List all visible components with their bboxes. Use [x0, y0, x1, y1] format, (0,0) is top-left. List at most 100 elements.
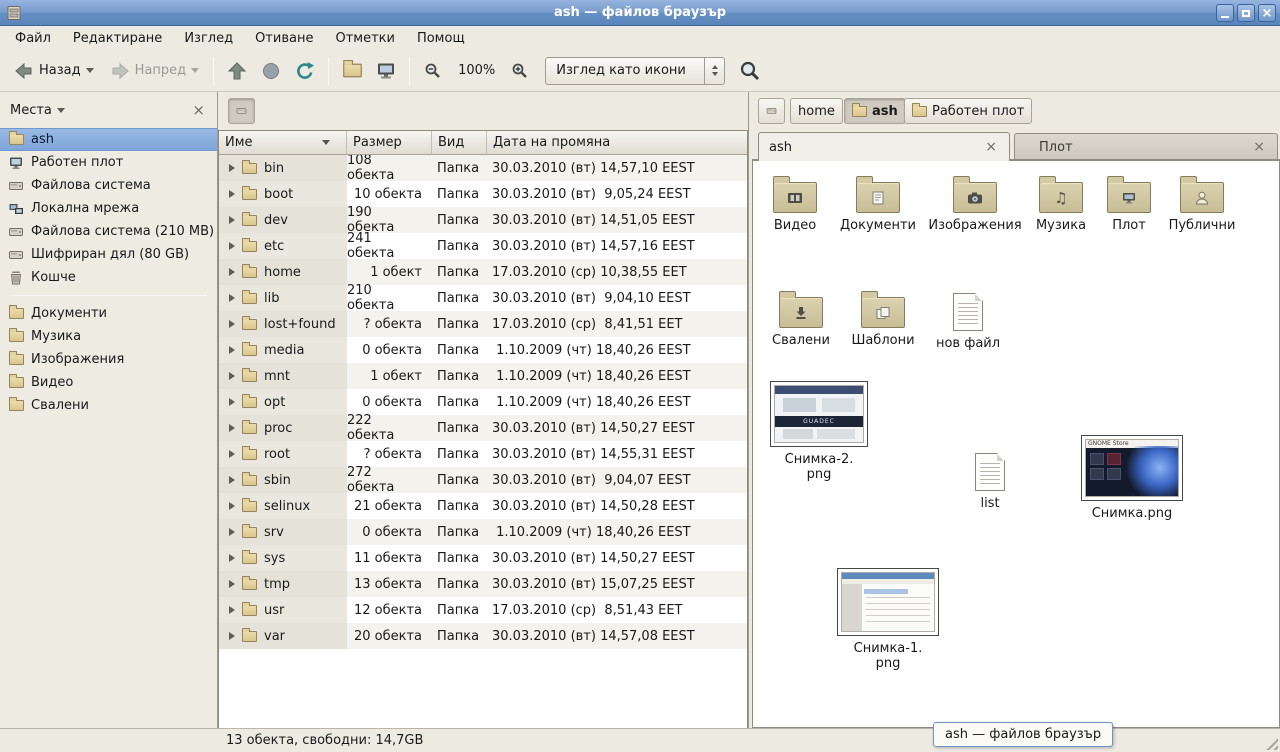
expander-icon[interactable]: [229, 632, 235, 640]
table-row[interactable]: proc 222 обекта Папка 30.03.2010 (вт) 14…: [219, 415, 747, 441]
tab-desktop[interactable]: Плот ×: [1014, 133, 1278, 160]
expander-icon[interactable]: [229, 242, 235, 250]
expander-icon[interactable]: [229, 528, 235, 536]
table-row[interactable]: tmp 13 обекта Папка 30.03.2010 (вт) 15,0…: [219, 571, 747, 597]
pathbar-root-button[interactable]: [758, 98, 785, 124]
table-row[interactable]: usr 12 обекта Папка 17.03.2010 (ср) 8,51…: [219, 597, 747, 623]
sidebar-item-filesystem[interactable]: Файлова система: [0, 174, 217, 197]
column-header-size[interactable]: Размер: [347, 131, 432, 155]
sidebar-item-video[interactable]: Видео: [0, 371, 217, 394]
expander-icon[interactable]: [229, 424, 235, 432]
expander-icon[interactable]: [229, 606, 235, 614]
file-new-file[interactable]: нов файл: [925, 289, 1011, 352]
menu-item-edit[interactable]: Редактиране: [62, 28, 173, 49]
sidebar-item-encrypted-80gb[interactable]: Шифриран дял (80 GB): [0, 243, 217, 266]
folder-desktop[interactable]: Плот: [1087, 174, 1171, 234]
stop-button[interactable]: [254, 54, 288, 88]
menu-item-go[interactable]: Отиване: [244, 28, 324, 49]
reload-button[interactable]: [288, 54, 322, 88]
expander-icon[interactable]: [229, 372, 235, 380]
expander-icon[interactable]: [229, 450, 235, 458]
menu-item-help[interactable]: Помощ: [406, 28, 476, 49]
table-row[interactable]: root ? обекта Папка 30.03.2010 (вт) 14,5…: [219, 441, 747, 467]
drive-icon: [236, 103, 247, 119]
zoom-out-button[interactable]: [416, 54, 450, 88]
resize-grip[interactable]: [1263, 735, 1278, 750]
view-mode-combobox[interactable]: Изглед като икони: [545, 57, 725, 85]
table-row[interactable]: etc 241 обекта Папка 30.03.2010 (вт) 14,…: [219, 233, 747, 259]
file-snimka-png[interactable]: GNOME Store Снимка.png: [1080, 435, 1184, 522]
table-row[interactable]: bin 108 обекта Папка 30.03.2010 (вт) 14,…: [219, 155, 747, 181]
sidebar-item-ash[interactable]: ash: [0, 128, 217, 151]
close-button[interactable]: ×: [1258, 4, 1276, 22]
expander-icon[interactable]: [229, 294, 235, 302]
menu-item-bookmarks[interactable]: Отметки: [324, 28, 405, 49]
folder-public[interactable]: Публични: [1160, 174, 1244, 234]
menu-item-view[interactable]: Изглед: [173, 28, 244, 49]
expander-icon[interactable]: [229, 164, 235, 172]
folder-icon: [8, 329, 24, 345]
pathbar-desktop-button[interactable]: Работен плот: [904, 98, 1032, 124]
zoom-in-button[interactable]: [503, 54, 537, 88]
table-row[interactable]: sbin 272 обекта Папка 30.03.2010 (вт) 9,…: [219, 467, 747, 493]
sidebar-item-trash[interactable]: Кошче: [0, 266, 217, 289]
sidebar-item-desktop[interactable]: Работен плот: [0, 151, 217, 174]
expander-icon[interactable]: [229, 398, 235, 406]
file-snimka-1-png[interactable]: Снимка-1.png: [836, 568, 940, 672]
expander-icon[interactable]: [229, 502, 235, 510]
up-button[interactable]: [220, 54, 254, 88]
expander-icon[interactable]: [229, 346, 235, 354]
column-header-type[interactable]: Вид: [432, 131, 487, 155]
sidebar-item-filesystem-210mb[interactable]: Файлова система (210 MB): [0, 220, 217, 243]
expander-icon[interactable]: [229, 320, 235, 328]
sidebar-close-button[interactable]: ×: [188, 101, 209, 120]
column-header-date[interactable]: Дата на промяна: [487, 131, 747, 155]
expander-icon[interactable]: [229, 190, 235, 198]
table-row[interactable]: boot 10 обекта Папка 30.03.2010 (вт) 9,0…: [219, 181, 747, 207]
sidebar-item-downloads[interactable]: Свалени: [0, 394, 217, 417]
menu-item-file[interactable]: Файл: [4, 28, 62, 49]
expander-icon[interactable]: [229, 476, 235, 484]
folder-pictures[interactable]: Изображения: [933, 174, 1017, 234]
home-button[interactable]: [335, 54, 369, 88]
table-row[interactable]: dev 190 обекта Папка 30.03.2010 (вт) 14,…: [219, 207, 747, 233]
computer-button[interactable]: [369, 54, 403, 88]
sidebar-item-network[interactable]: Локална мрежа: [0, 197, 217, 220]
column-header-name[interactable]: Име: [219, 131, 347, 155]
forward-button[interactable]: Напред: [102, 54, 207, 88]
maximize-button[interactable]: [1237, 4, 1255, 22]
table-row[interactable]: var 20 обекта Папка 30.03.2010 (вт) 14,5…: [219, 623, 747, 649]
sidebar-item-pictures[interactable]: Изображения: [0, 348, 217, 371]
table-row[interactable]: selinux 21 обекта Папка 30.03.2010 (вт) …: [219, 493, 747, 519]
table-row[interactable]: opt 0 обекта Папка 1.10.2009 (чт) 18,40,…: [219, 389, 747, 415]
sidebar-item-music[interactable]: Музика: [0, 325, 217, 348]
table-row[interactable]: media 0 обекта Папка 1.10.2009 (чт) 18,4…: [219, 337, 747, 363]
folder-video[interactable]: Видео: [753, 174, 837, 234]
expander-icon[interactable]: [229, 268, 235, 276]
table-row[interactable]: home 1 обект Папка 17.03.2010 (ср) 10,38…: [219, 259, 747, 285]
expander-icon[interactable]: [229, 554, 235, 562]
back-button[interactable]: Назад: [6, 54, 102, 88]
sidebar-title-dropdown[interactable]: Места: [10, 103, 65, 118]
folder-templates[interactable]: Шаблони: [840, 289, 926, 349]
table-row[interactable]: sys 11 обекта Папка 30.03.2010 (вт) 14,5…: [219, 545, 747, 571]
file-list[interactable]: list: [950, 449, 1030, 512]
table-row[interactable]: srv 0 обекта Папка 1.10.2009 (чт) 18,40,…: [219, 519, 747, 545]
pathbar-home-button[interactable]: home: [790, 98, 843, 124]
tab-ash[interactable]: ash ×: [758, 132, 1010, 161]
pathbar-filesystem-button[interactable]: [228, 98, 255, 124]
folder-documents[interactable]: Документи: [835, 174, 921, 234]
file-snimka-2-png[interactable]: GUADEC Снимка-2.png: [770, 381, 868, 483]
expander-icon[interactable]: [229, 580, 235, 588]
minimize-button[interactable]: [1216, 4, 1234, 22]
folder-downloads[interactable]: Свалени: [758, 289, 844, 349]
table-row[interactable]: lib 210 обекта Папка 30.03.2010 (вт) 9,0…: [219, 285, 747, 311]
expander-icon[interactable]: [229, 216, 235, 224]
tab-close-icon[interactable]: ×: [983, 140, 999, 154]
pathbar-ash-button[interactable]: ash: [844, 98, 906, 124]
table-row[interactable]: mnt 1 обект Папка 1.10.2009 (чт) 18,40,2…: [219, 363, 747, 389]
sidebar-item-documents[interactable]: Документи: [0, 302, 217, 325]
tab-close-icon[interactable]: ×: [1251, 140, 1267, 154]
table-row[interactable]: lost+found ? обекта Папка 17.03.2010 (ср…: [219, 311, 747, 337]
search-button[interactable]: [733, 54, 767, 88]
